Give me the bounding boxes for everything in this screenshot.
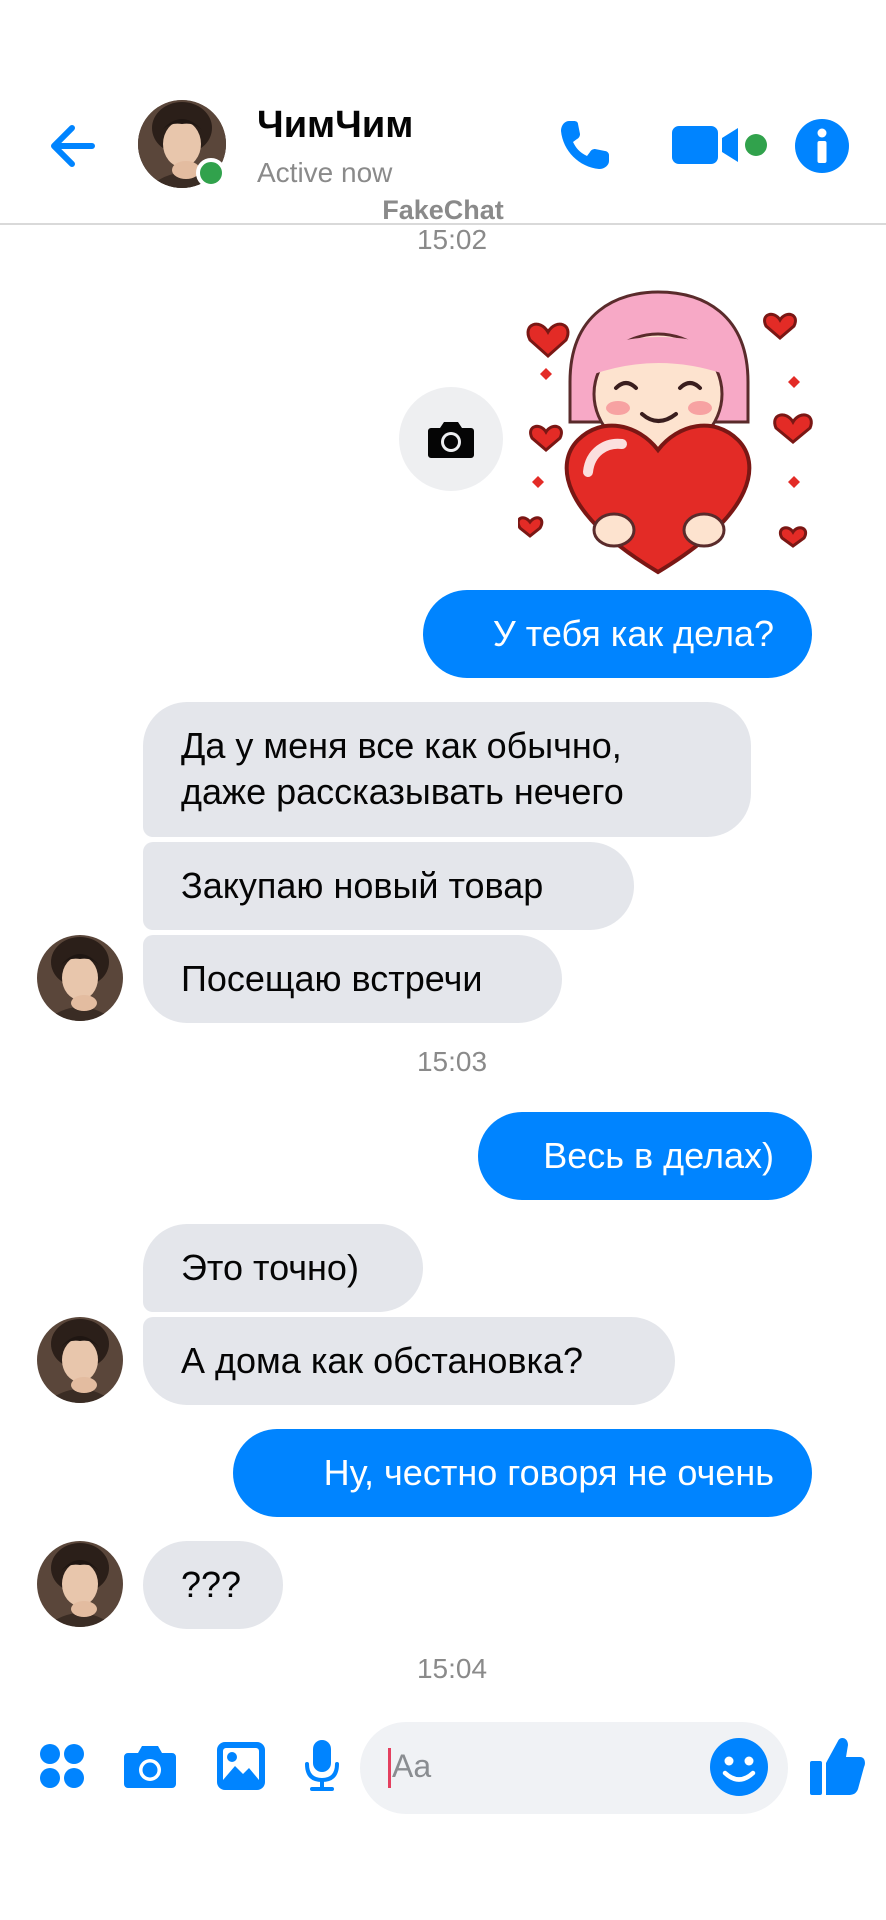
video-active-dot [745, 134, 767, 156]
incoming-message[interactable]: ??? [143, 1541, 283, 1629]
apps-icon[interactable] [38, 1742, 86, 1790]
phone-icon[interactable] [555, 115, 615, 175]
message-line: Да у меня все как обычно, [181, 725, 622, 766]
gallery-icon[interactable] [215, 1740, 267, 1792]
info-icon[interactable] [793, 117, 851, 175]
timestamp: 15:03 [416, 1046, 488, 1077]
avatar[interactable] [37, 1541, 123, 1627]
incoming-message[interactable]: Посещаю встречи [143, 935, 562, 1023]
camera-button[interactable] [399, 387, 503, 491]
heart-sticker[interactable] [518, 282, 818, 587]
outgoing-message[interactable]: Ну, честно говоря не очень [233, 1429, 812, 1517]
avatar[interactable] [37, 935, 123, 1021]
camera-icon [428, 422, 474, 458]
input-placeholder: Aa [392, 1748, 432, 1784]
timestamp: 15:02 [416, 224, 488, 255]
emoji-icon[interactable] [708, 1736, 770, 1798]
watermark: FakeChat [382, 195, 504, 225]
contact-status: Active now [257, 157, 393, 188]
incoming-message[interactable]: Да у меня все как обычно, даже рассказыв… [143, 702, 751, 837]
avatar[interactable] [37, 1317, 123, 1403]
online-indicator [196, 158, 226, 188]
contact-avatar[interactable] [138, 100, 228, 190]
incoming-message[interactable]: Это точно) [143, 1224, 423, 1312]
incoming-message[interactable]: Закупаю новый товар [143, 842, 634, 930]
thumbs-up-icon[interactable] [808, 1733, 866, 1797]
camera-icon[interactable] [122, 1741, 178, 1791]
outgoing-message[interactable]: Весь в делах) [478, 1112, 812, 1200]
microphone-icon[interactable] [302, 1738, 342, 1794]
outgoing-message[interactable]: У тебя как дела? [423, 590, 812, 678]
message-line: даже рассказывать нечего [181, 771, 624, 812]
video-camera-icon[interactable] [670, 120, 750, 170]
contact-name[interactable]: ЧимЧим [257, 104, 413, 147]
incoming-message[interactable]: А дома как обстановка? [143, 1317, 675, 1405]
chat-header: ЧимЧим Active now [0, 0, 886, 225]
text-caret [388, 1748, 391, 1788]
timestamp: 15:04 [416, 1653, 488, 1684]
back-arrow-icon[interactable] [44, 116, 104, 176]
